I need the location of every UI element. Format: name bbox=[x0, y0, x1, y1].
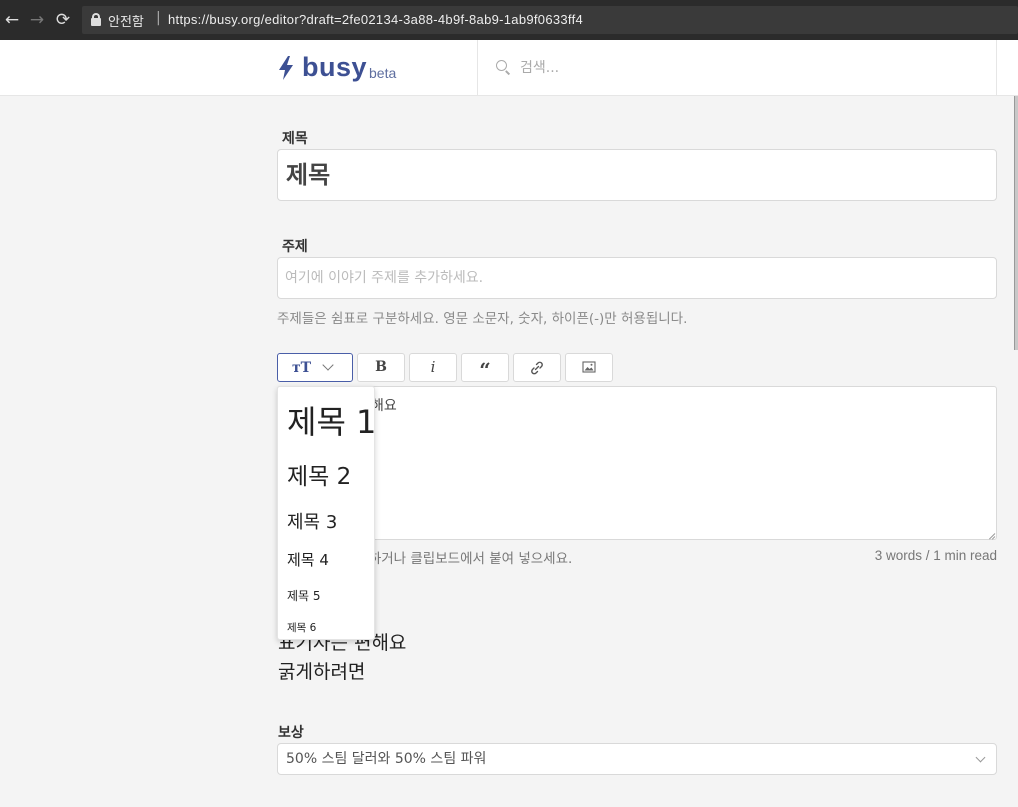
url-separator: | bbox=[156, 10, 161, 26]
image-icon bbox=[582, 361, 596, 373]
title-input[interactable]: 제목 bbox=[277, 149, 997, 201]
heading-option-2[interactable]: 제목 2 bbox=[287, 457, 351, 491]
link-icon bbox=[531, 361, 543, 375]
resize-handle-icon[interactable] bbox=[986, 529, 995, 538]
logo-text: busy bbox=[302, 52, 368, 82]
heading-option-6[interactable]: 제목 6 bbox=[287, 620, 316, 635]
header-divider-right bbox=[996, 40, 997, 96]
site-header: busy beta bbox=[0, 40, 1018, 96]
header-divider bbox=[477, 40, 478, 96]
quote-button[interactable]: “ bbox=[461, 353, 509, 382]
address-bar[interactable]: 안전함 | https://busy.org/editor?draft=2fe0… bbox=[82, 6, 1018, 34]
logo-beta-badge: beta bbox=[369, 65, 397, 81]
text-size-icon: ᴛT bbox=[292, 360, 312, 376]
bolt-icon bbox=[279, 56, 293, 80]
word-count: 3 words / 1 min read bbox=[874, 548, 997, 563]
search-icon bbox=[496, 60, 512, 76]
chevron-down-icon bbox=[975, 752, 986, 763]
body-editor[interactable]: 해요 bbox=[277, 386, 997, 540]
heading-dropdown-menu: 제목 1 제목 2 제목 3 제목 4 제목 5 제목 6 bbox=[277, 386, 376, 640]
page-scrollbar[interactable] bbox=[1014, 96, 1018, 350]
browser-toolbar: ← → ⟳ 안전함 | https://busy.org/editor?draf… bbox=[0, 0, 1018, 40]
heading-option-5[interactable]: 제목 5 bbox=[287, 587, 321, 604]
back-button[interactable]: ← bbox=[2, 9, 22, 31]
lock-icon bbox=[91, 13, 101, 26]
reward-label: 보상 bbox=[278, 725, 304, 741]
reward-selected-value: 50% 스팀 달러와 50% 스팀 파워 bbox=[286, 751, 487, 767]
heading-dropdown-button[interactable]: ᴛT bbox=[277, 353, 353, 382]
heading-option-1[interactable]: 제목 1 bbox=[287, 397, 376, 443]
reload-button[interactable]: ⟳ bbox=[53, 9, 73, 31]
title-label: 제목 bbox=[282, 131, 308, 147]
topics-input[interactable] bbox=[277, 257, 997, 299]
reward-select[interactable]: 50% 스팀 달러와 50% 스팀 파워 bbox=[277, 743, 997, 775]
search-input[interactable] bbox=[520, 57, 980, 79]
link-button[interactable] bbox=[513, 353, 561, 382]
secure-label: 안전함 bbox=[108, 15, 144, 30]
editor-help-text: 선택하거나 클립보드에서 붙여 넣으세요. bbox=[344, 551, 573, 567]
heading-option-3[interactable]: 제목 3 bbox=[287, 508, 337, 534]
preview-line: 굵게하려면 bbox=[278, 661, 366, 683]
heading-option-4[interactable]: 제목 4 bbox=[287, 549, 329, 570]
bold-button[interactable]: B bbox=[357, 353, 405, 382]
topics-label: 주제 bbox=[282, 239, 308, 255]
topics-help-text: 주제들은 쉼표로 구분하세요. 영문 소문자, 숫자, 하이픈(-)만 허용됩니… bbox=[277, 311, 688, 327]
url-text[interactable]: https://busy.org/editor?draft=2fe02134-3… bbox=[168, 12, 583, 27]
forward-button[interactable]: → bbox=[27, 9, 47, 31]
image-button[interactable] bbox=[565, 353, 613, 382]
chevron-down-icon bbox=[322, 359, 334, 371]
italic-button[interactable]: i bbox=[409, 353, 457, 382]
